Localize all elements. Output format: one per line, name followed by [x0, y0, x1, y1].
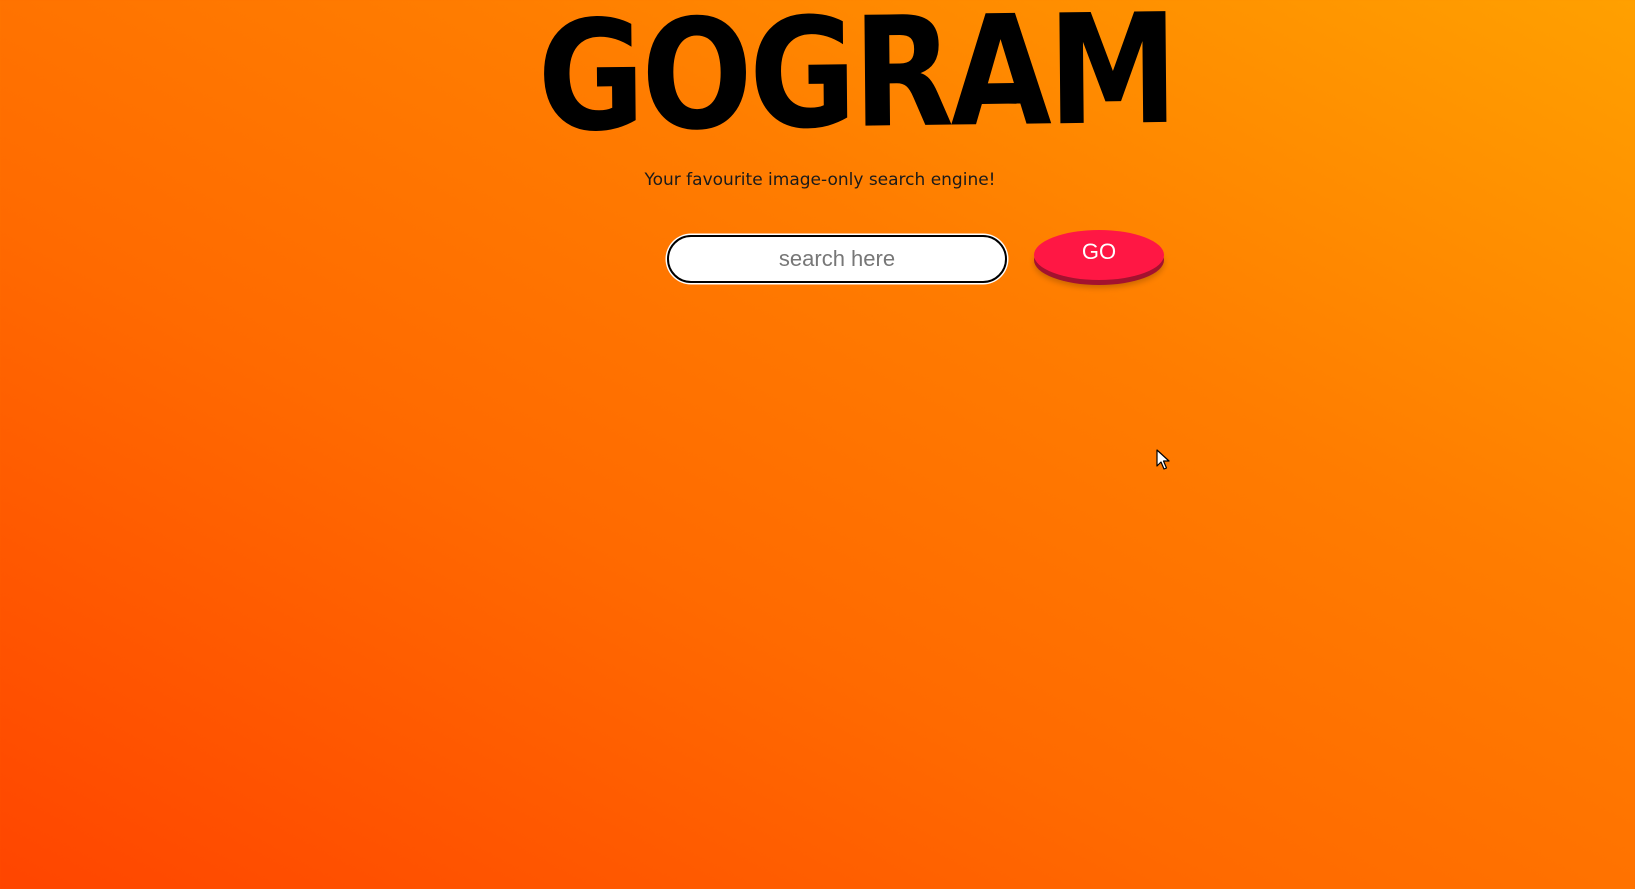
tagline: Your favourite image-only search engine! — [644, 170, 996, 190]
search-input[interactable] — [667, 235, 1007, 283]
go-button[interactable]: GO — [1034, 230, 1164, 280]
site-logo: GOGRAM — [536, 0, 1176, 166]
mouse-pointer-icon — [1156, 449, 1170, 470]
